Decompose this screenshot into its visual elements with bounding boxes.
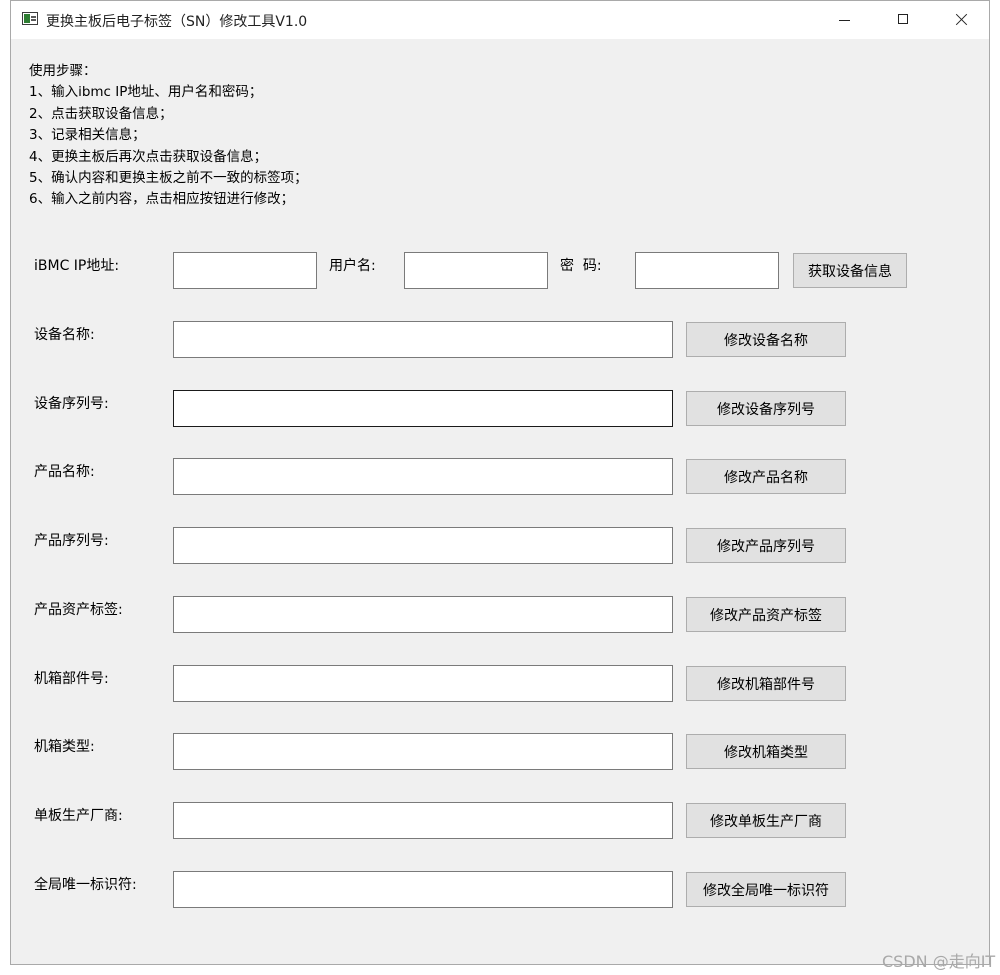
instructions-heading: 使用步骤： — [29, 63, 97, 79]
modify-field-button[interactable]: 修改机箱类型 — [686, 734, 846, 769]
modify-field-button[interactable]: 修改单板生产厂商 — [686, 803, 846, 838]
password-label: 密 码: — [560, 258, 602, 274]
minimize-icon — [839, 20, 850, 21]
field-input[interactable] — [173, 665, 673, 702]
title-bar[interactable]: 更换主板后电子标签（SN）修改工具V1.0 — [11, 1, 989, 39]
maximize-icon — [898, 14, 908, 24]
field-label: 机箱部件号: — [34, 671, 109, 687]
instruction-step: 2、点击获取设备信息； — [29, 105, 173, 122]
field-label: 产品序列号: — [34, 533, 109, 549]
ip-input[interactable] — [173, 252, 317, 289]
modify-field-button[interactable]: 修改产品序列号 — [686, 528, 846, 563]
field-input[interactable] — [173, 802, 673, 839]
modify-field-button[interactable]: 修改全局唯一标识符 — [686, 872, 846, 907]
watermark: CSDN @走向IT — [882, 952, 996, 971]
modify-field-button[interactable]: 修改设备名称 — [686, 322, 846, 357]
minimize-button[interactable] — [815, 1, 874, 39]
instruction-step: 6、输入之前内容，点击相应按钮进行修改； — [29, 191, 295, 208]
field-label: 单板生产厂商: — [34, 808, 123, 824]
modify-field-button[interactable]: 修改产品资产标签 — [686, 597, 846, 632]
field-input[interactable] — [173, 871, 673, 908]
modify-field-button[interactable]: 修改产品名称 — [686, 459, 846, 494]
field-label: 设备序列号: — [34, 396, 109, 412]
username-label: 用户名: — [329, 258, 376, 274]
window-title: 更换主板后电子标签（SN）修改工具V1.0 — [46, 14, 308, 30]
instruction-step: 4、更换主板后再次点击获取设备信息； — [29, 148, 268, 165]
instruction-step: 3、记录相关信息； — [29, 127, 146, 144]
close-button[interactable] — [931, 1, 990, 39]
modify-field-button[interactable]: 修改机箱部件号 — [686, 666, 846, 701]
ip-label: iBMC IP地址: — [34, 258, 120, 274]
field-input[interactable] — [173, 733, 673, 770]
maximize-button[interactable] — [874, 1, 933, 39]
field-input[interactable] — [173, 321, 673, 358]
field-input[interactable] — [173, 458, 673, 495]
field-input[interactable] — [173, 596, 673, 633]
field-input[interactable] — [173, 527, 673, 564]
app-window: 更换主板后电子标签（SN）修改工具V1.0 使用步骤： 1、输入ibmc IP地… — [10, 0, 995, 971]
close-icon — [954, 13, 968, 27]
username-input[interactable] — [404, 252, 548, 289]
password-input[interactable] — [635, 252, 779, 289]
modify-field-button[interactable]: 修改设备序列号 — [686, 391, 846, 426]
field-label: 产品名称: — [34, 464, 95, 480]
instruction-step: 1、输入ibmc IP地址、用户名和密码； — [29, 84, 263, 101]
field-label: 全局唯一标识符: — [34, 877, 137, 893]
field-label: 机箱类型: — [34, 739, 95, 755]
app-icon — [22, 12, 38, 25]
field-label: 设备名称: — [34, 327, 95, 343]
instruction-step: 5、确认内容和更换主板之前不一致的标签项； — [29, 170, 308, 187]
instructions: 使用步骤： 1、输入ibmc IP地址、用户名和密码； 2、点击获取设备信息； … — [29, 61, 308, 211]
fetch-device-info-button[interactable]: 获取设备信息 — [793, 253, 907, 288]
field-label: 产品资产标签: — [34, 602, 123, 618]
field-input[interactable] — [173, 390, 673, 427]
